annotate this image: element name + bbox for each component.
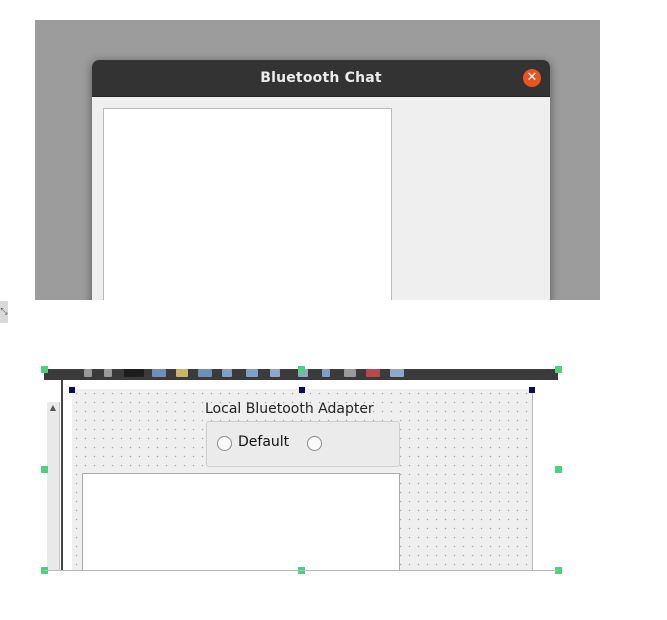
toolbar-icon[interactable] — [222, 369, 232, 377]
toolbar-icon[interactable] — [104, 369, 112, 377]
selection-handle[interactable] — [555, 366, 562, 373]
vertical-scrollbar[interactable] — [47, 402, 60, 570]
form-canvas[interactable]: Local Bluetooth Adapter Default — [72, 389, 533, 570]
window-titlebar[interactable]: Bluetooth Chat ✕ — [92, 60, 550, 97]
bluetooth-chat-window: Bluetooth Chat ✕ — [92, 60, 550, 300]
selection-handle[interactable] — [298, 366, 305, 373]
toolbar-icon[interactable] — [152, 369, 166, 377]
radio-default[interactable] — [217, 436, 232, 451]
editor-border — [61, 380, 63, 570]
toolbar-icon[interactable] — [198, 369, 212, 377]
selection-handle[interactable] — [41, 466, 48, 473]
widget-handle[interactable] — [299, 387, 305, 393]
selection-handle[interactable] — [555, 466, 562, 473]
app-screenshot: Bluetooth Chat ✕ — [35, 20, 600, 300]
selection-border — [44, 570, 558, 571]
toolbar-icon[interactable] — [270, 369, 280, 377]
resize-grip-icon[interactable]: ⤡ — [0, 301, 8, 323]
close-button[interactable]: ✕ — [523, 69, 541, 87]
group-title: Local Bluetooth Adapter — [205, 401, 374, 417]
toolbar-icon[interactable] — [176, 369, 188, 377]
toolbar-icon[interactable] — [366, 369, 380, 377]
adapter-groupbox[interactable]: Default — [206, 421, 400, 467]
selection-handle[interactable] — [41, 366, 48, 373]
widget-handle[interactable] — [69, 387, 75, 393]
chat-text-area[interactable] — [103, 108, 392, 300]
scroll-up-icon[interactable]: ▲ — [47, 402, 59, 414]
radio-default-label: Default — [238, 434, 290, 450]
widget-handle[interactable] — [529, 387, 535, 393]
chat-text-edit[interactable] — [82, 473, 400, 570]
close-icon: ✕ — [526, 70, 538, 85]
toolbar-icon[interactable] — [84, 369, 92, 377]
designer-form-screenshot: ▲ Local Bluetooth Adapter Default — [44, 369, 558, 570]
toolbar-icon[interactable] — [390, 369, 404, 377]
toolbar-icon[interactable] — [246, 369, 258, 377]
toolbar-icon[interactable] — [124, 369, 144, 377]
toolbar-icon[interactable] — [344, 369, 356, 377]
radio-second[interactable] — [307, 436, 322, 451]
window-title: Bluetooth Chat — [260, 70, 382, 86]
toolbar-icon[interactable] — [322, 369, 330, 377]
